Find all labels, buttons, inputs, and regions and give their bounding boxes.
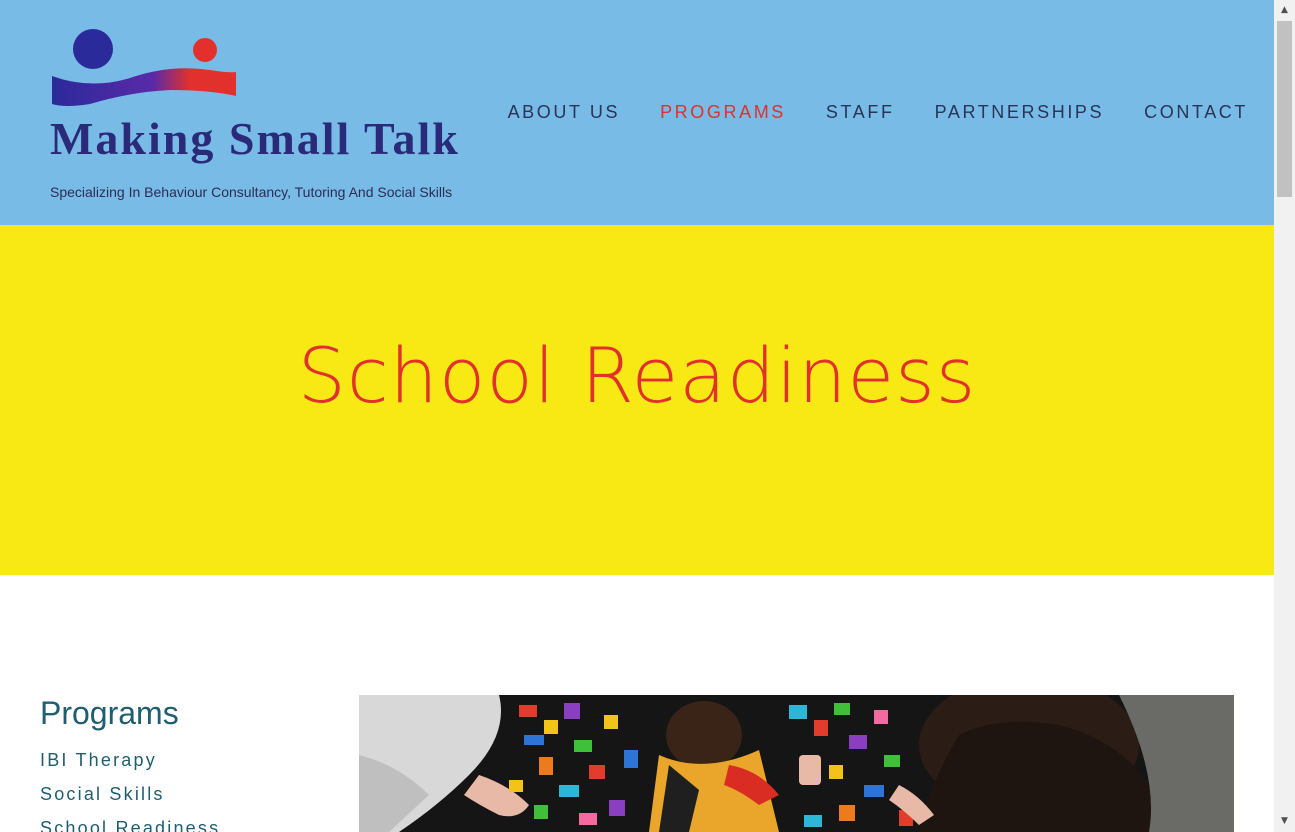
page-title: School Readiness: [297, 331, 977, 420]
main-content: Programs IBI Therapy Social Skills Schoo…: [0, 575, 1274, 832]
main-nav: ABOUT US PROGRAMS STAFF PARTNERSHIPS CON…: [508, 102, 1248, 123]
page: Making Small Talk Specializing In Behavi…: [0, 0, 1274, 832]
program-photo: [359, 695, 1234, 832]
site-header: Making Small Talk Specializing In Behavi…: [0, 0, 1274, 225]
sidebar-item-school-readiness[interactable]: School Readiness: [40, 818, 340, 832]
sidebar-title: Programs: [40, 695, 179, 731]
sidebar-item-ibi-therapy[interactable]: IBI Therapy: [40, 750, 340, 771]
nav-item-staff[interactable]: STAFF: [826, 102, 895, 123]
nav-item-programs[interactable]: PROGRAMS: [660, 102, 786, 123]
logo-graphic: [52, 29, 236, 106]
chevron-up-icon[interactable]: ▲: [1274, 0, 1295, 21]
programs-sidebar: Programs IBI Therapy Social Skills Schoo…: [40, 695, 340, 832]
nav-item-contact[interactable]: CONTACT: [1144, 102, 1248, 123]
scrollbar-thumb[interactable]: [1277, 21, 1292, 197]
nav-item-partnerships[interactable]: PARTNERSHIPS: [935, 102, 1105, 123]
hero-banner: School Readiness: [0, 225, 1274, 575]
page-scrollbar[interactable]: ▲ ▼: [1274, 0, 1295, 832]
sidebar-list: IBI Therapy Social Skills School Readine…: [40, 750, 340, 832]
brand-tagline: Specializing In Behaviour Consultancy, T…: [50, 184, 453, 200]
sidebar-item-social-skills[interactable]: Social Skills: [40, 784, 340, 805]
site-logo[interactable]: Making Small Talk Specializing In Behavi…: [50, 28, 490, 208]
photo-illustration: [359, 695, 1234, 832]
nav-item-about-us[interactable]: ABOUT US: [508, 102, 621, 123]
chevron-down-icon[interactable]: ▼: [1274, 811, 1295, 832]
brand-name: Making Small Talk: [50, 113, 460, 164]
